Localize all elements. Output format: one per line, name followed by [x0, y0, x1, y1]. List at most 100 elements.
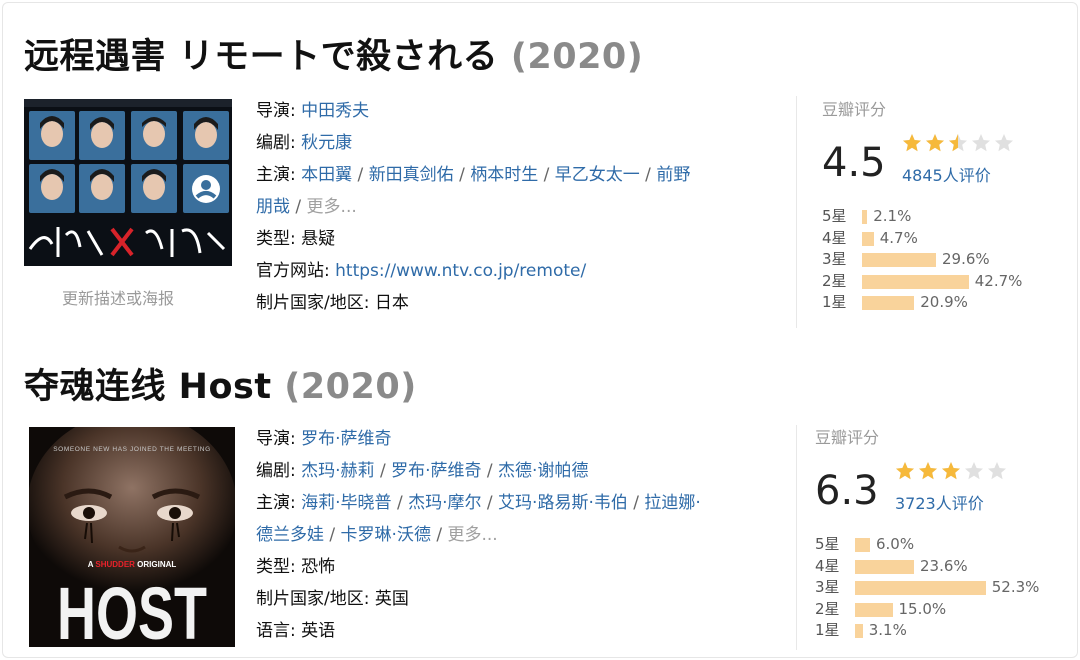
genre-value: 悬疑 — [301, 229, 336, 249]
writer-link[interactable]: 杰德·谢帕德 — [498, 461, 588, 481]
rating-bar-percent: 4.7% — [879, 228, 918, 247]
movie-title-text[interactable]: 夺魂连线 Host — [24, 367, 272, 407]
rating-bar-label: 5星 — [822, 207, 847, 225]
divider — [796, 425, 797, 650]
star-icon — [995, 134, 1013, 152]
cast-row: 主演: 海莉·毕晓普 / 杰玛·摩尔 / 艾玛·路易斯·韦伯 / 拉迪娜· — [256, 493, 701, 513]
poster-title: HOST — [57, 572, 207, 647]
stars-svg — [903, 134, 1013, 152]
genre-label: 类型: — [256, 557, 302, 577]
rating-bar-percent: 20.9% — [920, 293, 968, 311]
language-row: 语言: 英语 — [256, 615, 776, 647]
rating-bar — [862, 296, 915, 310]
poster-tagline: SOMEONE NEW HAS JOINED THE MEETING — [53, 446, 211, 453]
cast-row: 主演: 本田翼 / 新田真剑佑 / 柄本时生 / 早乙女太一 / 前野 — [256, 165, 691, 185]
rating-bar-label: 4星 — [815, 556, 840, 575]
rating-bar — [855, 602, 893, 617]
cast-link[interactable]: 本田翼 — [301, 165, 352, 185]
rating-bar-label: 3星 — [815, 578, 840, 596]
director-label: 导演: — [256, 429, 302, 449]
genre-row: 类型: 恐怖 — [256, 551, 776, 583]
genre-label: 类型: — [256, 229, 302, 249]
rating-bar-percent: 6.0% — [876, 535, 915, 553]
cast-link[interactable]: 拉迪娜· — [644, 493, 700, 513]
cast-row-cont: 朋哉 / 更多... — [256, 197, 357, 217]
movie-title[interactable]: 远程遇害 リモートで殺される (2020) — [24, 28, 643, 79]
star-icon — [965, 462, 983, 480]
movie-year: (2020) — [284, 367, 417, 407]
rating-bar — [855, 559, 914, 574]
rating-bar-label: 5星 — [815, 535, 840, 553]
star-icon — [926, 134, 944, 152]
divider — [796, 96, 797, 328]
star-icon — [919, 462, 937, 480]
rating-bar — [862, 210, 868, 224]
cast-link[interactable]: 朋哉 — [256, 197, 290, 217]
rating-bar — [862, 231, 874, 246]
rating-bar — [855, 538, 870, 552]
rating-label: 豆瓣评分 — [822, 100, 887, 119]
cast-label: 主演: — [256, 165, 302, 185]
rating-score: 4.5 — [822, 140, 886, 186]
rating-bar-label: 1星 — [815, 621, 840, 639]
cast-link[interactable]: 早乙女太一 — [555, 165, 640, 185]
website-row: 官方网站: https://www.ntv.co.jp/remote/ — [256, 255, 776, 287]
rating-bar-percent: 52.3% — [991, 578, 1040, 596]
rating-bar — [862, 274, 969, 289]
website-link[interactable]: https://www.ntv.co.jp/remote/ — [335, 261, 586, 281]
rating-label: 豆瓣评分 — [815, 428, 880, 447]
more-cast-link[interactable]: 更多... — [307, 197, 357, 217]
country-row: 制片国家/地区: 英国 — [256, 583, 776, 615]
cast-link[interactable]: 杰玛·摩尔 — [408, 493, 481, 513]
rating-bar-percent: 15.0% — [898, 599, 947, 618]
star-icon — [972, 134, 990, 152]
rating-bar-percent: 23.6% — [920, 556, 968, 575]
movie-title-text[interactable]: 远程遇害 リモートで殺される — [24, 37, 498, 77]
rating-bar-percent: 3.1% — [868, 621, 907, 639]
country-value: 英国 — [374, 589, 409, 609]
movie-info: 导演: 中田秀夫 编剧: 秋元康 主演: 本田翼 / 新田真剑佑 / 柄本时生 … — [256, 95, 776, 319]
cast-label: 主演: — [256, 493, 302, 513]
douban-rating: 豆瓣评分 4.5 4845人评价 5星 2.1% 4星 4.7% 3星 29.6% 2星 42… — [822, 96, 1022, 311]
update-poster-link[interactable]: 更新描述或海报 — [62, 285, 174, 309]
writer-row: 编剧: 杰玛·赫莉 / 罗布·萨维奇 / 杰德·谢帕德 — [256, 461, 589, 481]
rating-bar — [855, 581, 986, 595]
rating-stars — [895, 460, 1013, 486]
writer-label: 编剧: — [256, 461, 302, 481]
writer-link[interactable]: 杰玛·赫莉 — [301, 461, 374, 481]
rating-bar — [862, 253, 936, 267]
rating-votes-link[interactable]: 3723人评价 — [895, 490, 984, 514]
cast-link[interactable]: 卡罗琳·沃德 — [341, 525, 431, 545]
poster-image — [24, 99, 232, 266]
director-row: 导演: 中田秀夫 — [256, 95, 776, 127]
rating-bar-label: 2星 — [822, 271, 847, 290]
country-row: 制片国家/地区: 日本 — [256, 287, 776, 319]
writer-link[interactable]: 秋元康 — [301, 133, 352, 153]
more-cast-link[interactable]: 更多... — [448, 525, 498, 545]
poster-brand: A SHUDDER ORIGINAL — [88, 560, 177, 569]
language-label: 语言: — [256, 621, 302, 641]
star-icon — [949, 134, 967, 152]
rating-stars — [902, 132, 1020, 158]
country-label: 制片国家/地区: — [256, 293, 375, 313]
cast-link[interactable]: 海莉·毕晓普 — [301, 493, 391, 513]
director-label: 导演: — [256, 101, 302, 121]
writer-link[interactable]: 罗布·萨维奇 — [391, 461, 481, 481]
rating-votes-link[interactable]: 4845人评价 — [902, 162, 991, 186]
cast-row-cont: 德兰多娃 / 卡罗琳·沃德 / 更多... — [256, 525, 498, 545]
movie-poster[interactable]: SOMEONE NEW HAS JOINED THE MEETING A SHU… — [29, 427, 235, 647]
movie-poster[interactable] — [24, 99, 232, 266]
director-link[interactable]: 中田秀夫 — [301, 101, 369, 121]
cast-link[interactable]: 艾玛·路易斯·韦伯 — [498, 493, 628, 513]
douban-rating: 豆瓣评分 6.3 3723人评价 5星 6.0% 4星 23.6% 3星 52.3% 2星 1… — [815, 424, 1039, 639]
writer-row: 编剧: 秋元康 — [256, 127, 776, 159]
movie-title[interactable]: 夺魂连线 Host (2020) — [24, 358, 417, 409]
cast-link[interactable]: 柄本时生 — [470, 165, 538, 185]
director-link[interactable]: 罗布·萨维奇 — [301, 429, 391, 449]
cast-link[interactable]: 德兰多娃 — [256, 525, 324, 545]
star-icon — [903, 134, 921, 152]
star-icon — [896, 462, 914, 480]
cast-link[interactable]: 前野 — [656, 165, 690, 185]
country-value: 日本 — [374, 293, 409, 313]
cast-link[interactable]: 新田真剑佑 — [369, 165, 454, 185]
